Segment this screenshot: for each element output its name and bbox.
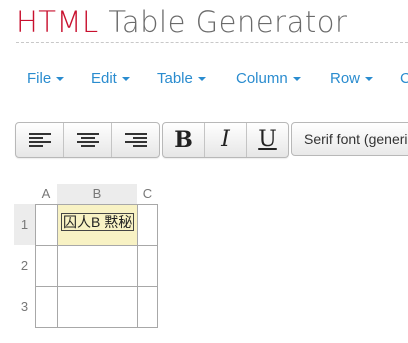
caret-down-icon <box>365 77 374 82</box>
row-header-1[interactable]: 1 <box>14 204 35 245</box>
table-cell-c2[interactable] <box>137 245 158 286</box>
underline-icon: U <box>258 127 277 152</box>
align-center-button[interactable] <box>64 123 112 157</box>
menu-bar: File Edit Table Column Row C <box>0 60 408 96</box>
underline-button[interactable]: U <box>247 123 288 157</box>
caret-down-icon <box>197 77 206 82</box>
menu-cell-label: C <box>400 70 408 87</box>
menu-column-label: Column <box>236 70 288 87</box>
caret-down-icon <box>292 77 301 82</box>
grid-line <box>35 204 158 205</box>
menu-column[interactable]: Column <box>236 70 301 88</box>
table-cell-b2[interactable] <box>57 245 137 286</box>
grid-line <box>57 204 58 328</box>
site-header: HTML Table Generator <box>16 2 408 43</box>
menu-table-label: Table <box>157 70 193 87</box>
grid-line <box>35 286 158 287</box>
grid-line <box>35 327 158 328</box>
align-left-icon <box>28 133 51 147</box>
menu-cell[interactable]: C <box>400 70 408 88</box>
table-cell-b3[interactable] <box>57 286 137 327</box>
align-right-button[interactable] <box>112 123 159 157</box>
table-cell-a1[interactable] <box>35 204 57 245</box>
italic-button[interactable]: I <box>205 123 247 157</box>
caret-down-icon <box>56 77 65 82</box>
column-header-a[interactable]: A <box>35 184 57 204</box>
row-header-3[interactable]: 3 <box>14 286 35 327</box>
table-cell-c3[interactable] <box>137 286 158 327</box>
align-right-icon <box>124 133 147 147</box>
logo-title-text: Table Generator <box>98 5 348 39</box>
logo-html-text: HTML <box>16 5 99 39</box>
grid-line <box>157 204 158 328</box>
html-table-generator-page: HTML Table Generator File Edit Table Col… <box>0 0 408 343</box>
toolbar: B I U Serif font (generic) <box>0 120 408 160</box>
grid-line <box>35 204 36 328</box>
menu-row[interactable]: Row <box>330 70 374 88</box>
column-header-c[interactable]: C <box>137 184 158 204</box>
table-cell-a3[interactable] <box>35 286 57 327</box>
align-center-icon <box>76 133 99 147</box>
menu-edit[interactable]: Edit <box>91 70 130 88</box>
grid-line <box>137 204 138 328</box>
menu-table[interactable]: Table <box>157 70 206 88</box>
row-header-2[interactable]: 2 <box>14 245 35 286</box>
menu-row-label: Row <box>330 70 361 87</box>
table-cell-b1[interactable]: 囚人B 黙秘 <box>57 204 137 245</box>
menu-file-label: File <box>27 70 52 87</box>
italic-icon: I <box>221 127 230 152</box>
bold-button[interactable]: B <box>163 123 205 157</box>
table-cell-c1[interactable] <box>137 204 158 245</box>
site-logo[interactable]: HTML Table Generator <box>16 4 347 40</box>
text-format-button-group: B I U <box>162 122 289 158</box>
menu-edit-label: Edit <box>91 70 117 87</box>
font-family-select[interactable]: Serif font (generic) <box>291 122 408 156</box>
alignment-button-group <box>15 122 160 158</box>
column-header-b[interactable]: B <box>57 184 137 204</box>
table-cell-a2[interactable] <box>35 245 57 286</box>
bold-icon: B <box>174 127 193 153</box>
caret-down-icon <box>121 77 130 82</box>
align-left-button[interactable] <box>16 123 64 157</box>
menu-file[interactable]: File <box>27 70 65 88</box>
grid-line <box>35 245 158 246</box>
cell-b1-text: 囚人B 黙秘 <box>61 213 135 231</box>
